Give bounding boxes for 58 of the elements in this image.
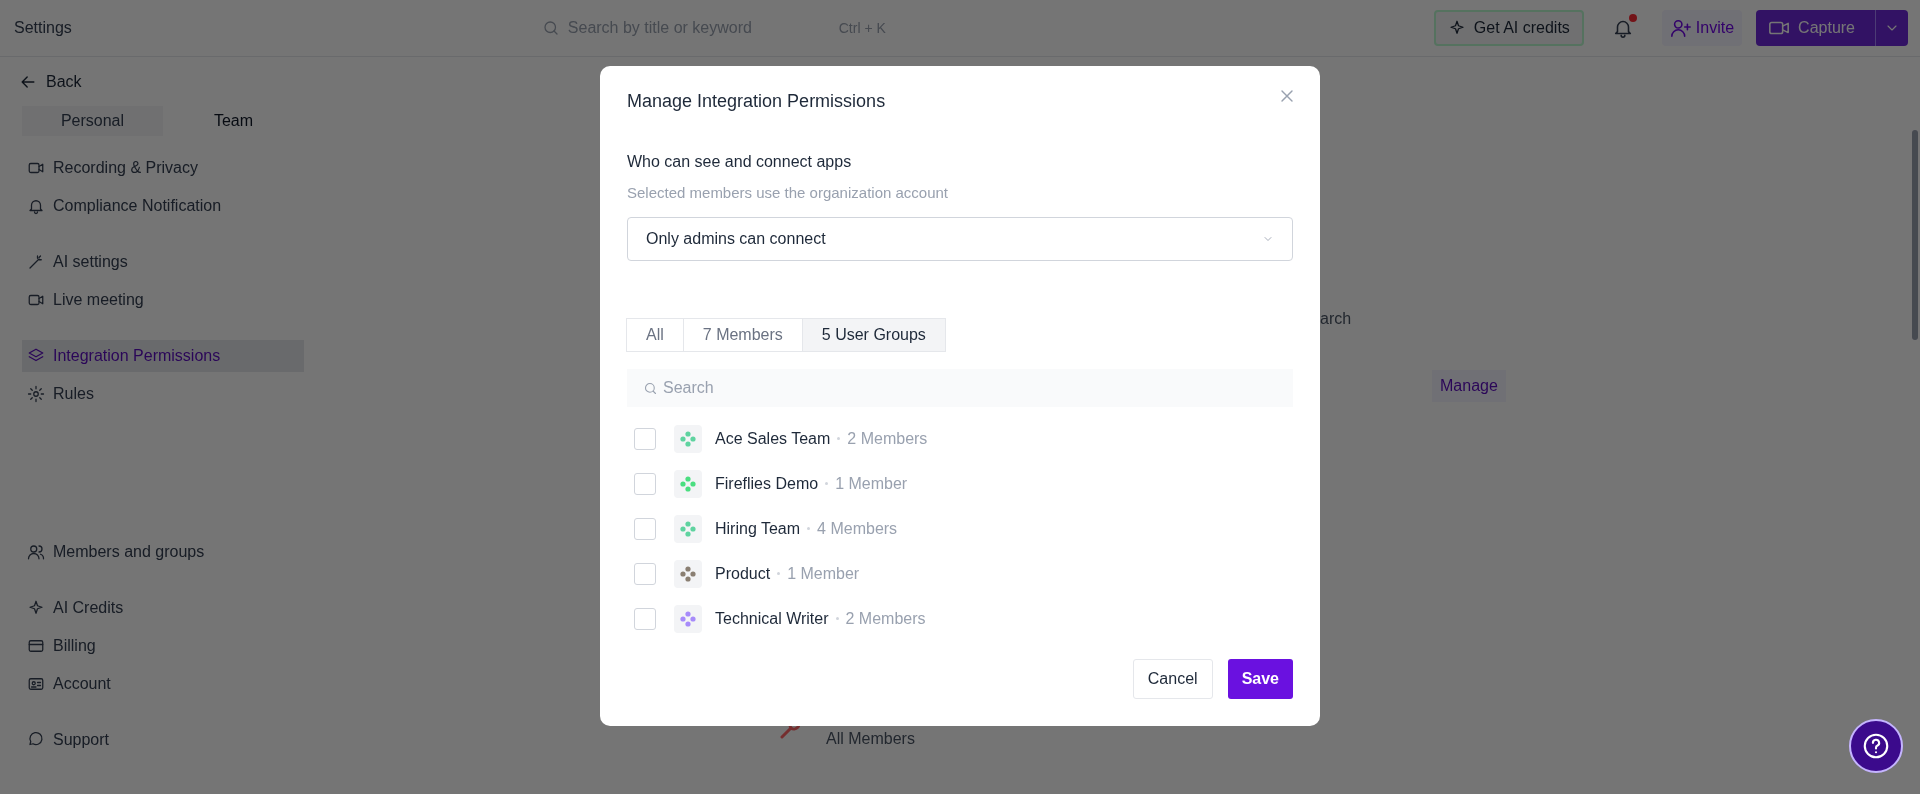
search-text: arch	[1320, 309, 1352, 329]
cancel-button[interactable]: Cancel	[1132, 659, 1213, 699]
sidebar-item[interactable]: Support	[22, 724, 304, 756]
sidebar-item[interactable]: Integration Permissions	[22, 340, 304, 372]
checkbox[interactable]	[634, 427, 656, 450]
id-card-icon	[27, 675, 45, 693]
group-name: Technical Writer	[715, 608, 829, 629]
member-count: 4 Members	[817, 518, 898, 539]
invite-button[interactable]: Invite	[1661, 10, 1743, 46]
magic-wand-icon	[27, 253, 45, 271]
search-icon	[541, 19, 560, 37]
group-name: Hiring Team	[715, 518, 801, 539]
question-label: Who can see and connect apps	[627, 152, 853, 172]
filter-tab[interactable]: 5 User Groups	[801, 317, 946, 352]
sparkle-icon	[1447, 19, 1466, 37]
help-button[interactable]	[1849, 719, 1903, 773]
member-count: 1 Member	[787, 563, 860, 584]
capture-button[interactable]: Capture	[1756, 10, 1908, 46]
search-icon	[643, 380, 658, 396]
sidebar-item[interactable]: Live meeting	[22, 284, 304, 316]
save-button[interactable]: Save	[1227, 659, 1293, 699]
checkbox[interactable]	[634, 607, 656, 630]
user-plus-icon	[1669, 17, 1692, 39]
sidebar-item[interactable]: Account	[22, 668, 304, 700]
sparkle-icon	[27, 599, 45, 617]
question-mark-icon	[1861, 731, 1891, 761]
member-count: 2 Members	[847, 428, 928, 449]
sidebar-item[interactable]: Recording & Privacy	[22, 152, 304, 184]
page-title: Settings	[14, 18, 72, 38]
bell-icon	[27, 197, 45, 215]
credit-card-icon	[27, 637, 45, 655]
checkbox[interactable]	[634, 472, 656, 495]
dialog-title: Manage Integration Permissions	[627, 90, 886, 113]
filter-tab[interactable]: 7 Members	[682, 317, 803, 352]
group-name: Ace Sales Team	[715, 428, 831, 449]
sidebar-item[interactable]: AI Credits	[22, 592, 304, 624]
sidebar-item[interactable]: Members and groups	[22, 536, 304, 568]
sidebar-item[interactable]: Billing	[22, 630, 304, 662]
sidebar-item[interactable]: Compliance Notification	[22, 190, 304, 222]
search-field[interactable]: Search	[627, 368, 1293, 407]
scope-tab[interactable]: Team	[163, 106, 304, 136]
member-count: 2 Members	[845, 608, 926, 629]
group-name: Product	[715, 563, 771, 584]
sidebar-item[interactable]: AI settings	[22, 246, 304, 278]
scrollbar[interactable]	[1912, 130, 1918, 340]
permission-select[interactable]: Only admins can connect	[627, 216, 1293, 261]
filter-tab[interactable]: All	[626, 317, 684, 352]
sidebar-item[interactable]: Rules	[22, 378, 304, 410]
list-item-text: All Members	[826, 729, 915, 749]
users-icon	[27, 543, 45, 561]
manage-button[interactable]: Manage	[1432, 370, 1506, 402]
checkbox[interactable]	[634, 517, 656, 540]
group-name: Fireflies Demo	[715, 473, 819, 494]
member-count: 1 Member	[835, 473, 908, 494]
get-credits-button[interactable]: Get AI credits	[1433, 10, 1584, 46]
hint-text: Selected members use the organization account	[627, 183, 950, 203]
back-button[interactable]: Back	[18, 70, 82, 94]
checkbox[interactable]	[634, 562, 656, 585]
